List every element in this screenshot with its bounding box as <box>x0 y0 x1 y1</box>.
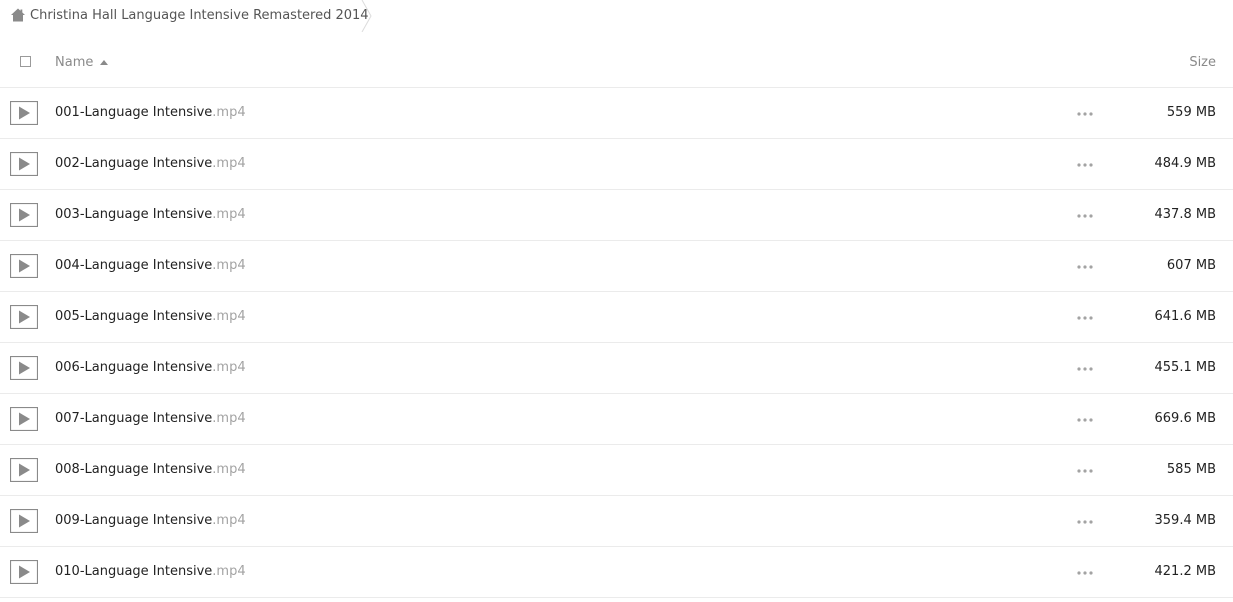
file-row[interactable]: 010-Language Intensive.mp4 421.2 MB <box>0 547 1233 598</box>
more-icon[interactable] <box>1077 469 1093 473</box>
file-name-base: 009-Language Intensive <box>55 513 213 528</box>
more-icon[interactable] <box>1077 520 1093 524</box>
file-name-base: 003-Language Intensive <box>55 207 213 222</box>
file-row[interactable]: 007-Language Intensive.mp4 669.6 MB <box>0 394 1233 445</box>
play-icon[interactable] <box>10 305 38 329</box>
file-name[interactable]: 010-Language Intensive.mp4 <box>55 563 246 580</box>
file-extension: .mp4 <box>212 462 246 477</box>
select-all-checkbox[interactable] <box>20 56 31 67</box>
more-icon[interactable] <box>1077 265 1093 269</box>
file-extension: .mp4 <box>212 207 246 222</box>
file-extension: .mp4 <box>212 156 246 171</box>
more-icon[interactable] <box>1077 418 1093 422</box>
more-icon[interactable] <box>1077 571 1093 575</box>
more-icon[interactable] <box>1077 367 1093 371</box>
home-icon[interactable] <box>10 7 26 23</box>
more-icon[interactable] <box>1077 316 1093 320</box>
play-icon[interactable] <box>10 560 38 584</box>
play-icon[interactable] <box>10 509 38 533</box>
file-extension: .mp4 <box>212 513 246 528</box>
file-name-base: 001-Language Intensive <box>55 105 213 120</box>
file-size: 641.6 MB <box>1154 309 1216 324</box>
file-row[interactable]: 005-Language Intensive.mp4 641.6 MB <box>0 292 1233 343</box>
play-icon[interactable] <box>10 407 38 431</box>
file-name-base: 006-Language Intensive <box>55 360 213 375</box>
file-name-base: 010-Language Intensive <box>55 564 213 579</box>
file-list-header: Name Size <box>0 38 1233 88</box>
file-row[interactable]: 001-Language Intensive.mp4 559 MB <box>0 88 1233 139</box>
play-icon[interactable] <box>10 458 38 482</box>
more-icon[interactable] <box>1077 163 1093 167</box>
file-name-base: 002-Language Intensive <box>55 156 213 171</box>
file-browser: Christina Hall Language Intensive Remast… <box>0 0 1233 602</box>
play-icon[interactable] <box>10 356 38 380</box>
file-size: 607 MB <box>1166 258 1216 273</box>
file-name[interactable]: 001-Language Intensive.mp4 <box>55 104 246 121</box>
file-name[interactable]: 008-Language Intensive.mp4 <box>55 461 246 478</box>
file-size: 359.4 MB <box>1154 513 1216 528</box>
file-size: 484.9 MB <box>1154 156 1216 171</box>
file-size: 421.2 MB <box>1154 564 1216 579</box>
file-name[interactable]: 004-Language Intensive.mp4 <box>55 257 246 274</box>
file-name[interactable]: 002-Language Intensive.mp4 <box>55 155 246 172</box>
file-extension: .mp4 <box>212 411 246 426</box>
file-extension: .mp4 <box>212 360 246 375</box>
column-header-name[interactable]: Name <box>55 54 93 71</box>
file-row[interactable]: 004-Language Intensive.mp4 607 MB <box>0 241 1233 292</box>
file-list: 001-Language Intensive.mp4 559 MB 002-La… <box>0 88 1233 598</box>
file-size: 455.1 MB <box>1154 360 1216 375</box>
play-icon[interactable] <box>10 203 38 227</box>
file-extension: .mp4 <box>212 258 246 273</box>
file-row[interactable]: 003-Language Intensive.mp4 437.8 MB <box>0 190 1233 241</box>
file-name-base: 004-Language Intensive <box>55 258 213 273</box>
file-row[interactable]: 006-Language Intensive.mp4 455.1 MB <box>0 343 1233 394</box>
sort-ascending-icon[interactable] <box>100 60 108 65</box>
file-size: 669.6 MB <box>1154 411 1216 426</box>
file-name-base: 005-Language Intensive <box>55 309 213 324</box>
breadcrumb-folder-link[interactable]: Christina Hall Language Intensive Remast… <box>30 7 369 24</box>
file-size: 585 MB <box>1166 462 1216 477</box>
file-name-base: 008-Language Intensive <box>55 462 213 477</box>
file-extension: .mp4 <box>212 564 246 579</box>
file-name[interactable]: 009-Language Intensive.mp4 <box>55 512 246 529</box>
file-name-base: 007-Language Intensive <box>55 411 213 426</box>
file-name[interactable]: 003-Language Intensive.mp4 <box>55 206 246 223</box>
file-extension: .mp4 <box>212 105 246 120</box>
file-name[interactable]: 006-Language Intensive.mp4 <box>55 359 246 376</box>
file-row[interactable]: 009-Language Intensive.mp4 359.4 MB <box>0 496 1233 547</box>
file-size: 559 MB <box>1166 105 1216 120</box>
play-icon[interactable] <box>10 254 38 278</box>
file-row[interactable]: 008-Language Intensive.mp4 585 MB <box>0 445 1233 496</box>
column-header-size[interactable]: Size <box>1189 54 1216 71</box>
file-row[interactable]: 002-Language Intensive.mp4 484.9 MB <box>0 139 1233 190</box>
file-size: 437.8 MB <box>1154 207 1216 222</box>
file-name[interactable]: 005-Language Intensive.mp4 <box>55 308 246 325</box>
play-icon[interactable] <box>10 152 38 176</box>
breadcrumb-separator-icon <box>361 0 372 32</box>
file-name[interactable]: 007-Language Intensive.mp4 <box>55 410 246 427</box>
play-icon[interactable] <box>10 101 38 125</box>
more-icon[interactable] <box>1077 112 1093 116</box>
more-icon[interactable] <box>1077 214 1093 218</box>
file-extension: .mp4 <box>212 309 246 324</box>
